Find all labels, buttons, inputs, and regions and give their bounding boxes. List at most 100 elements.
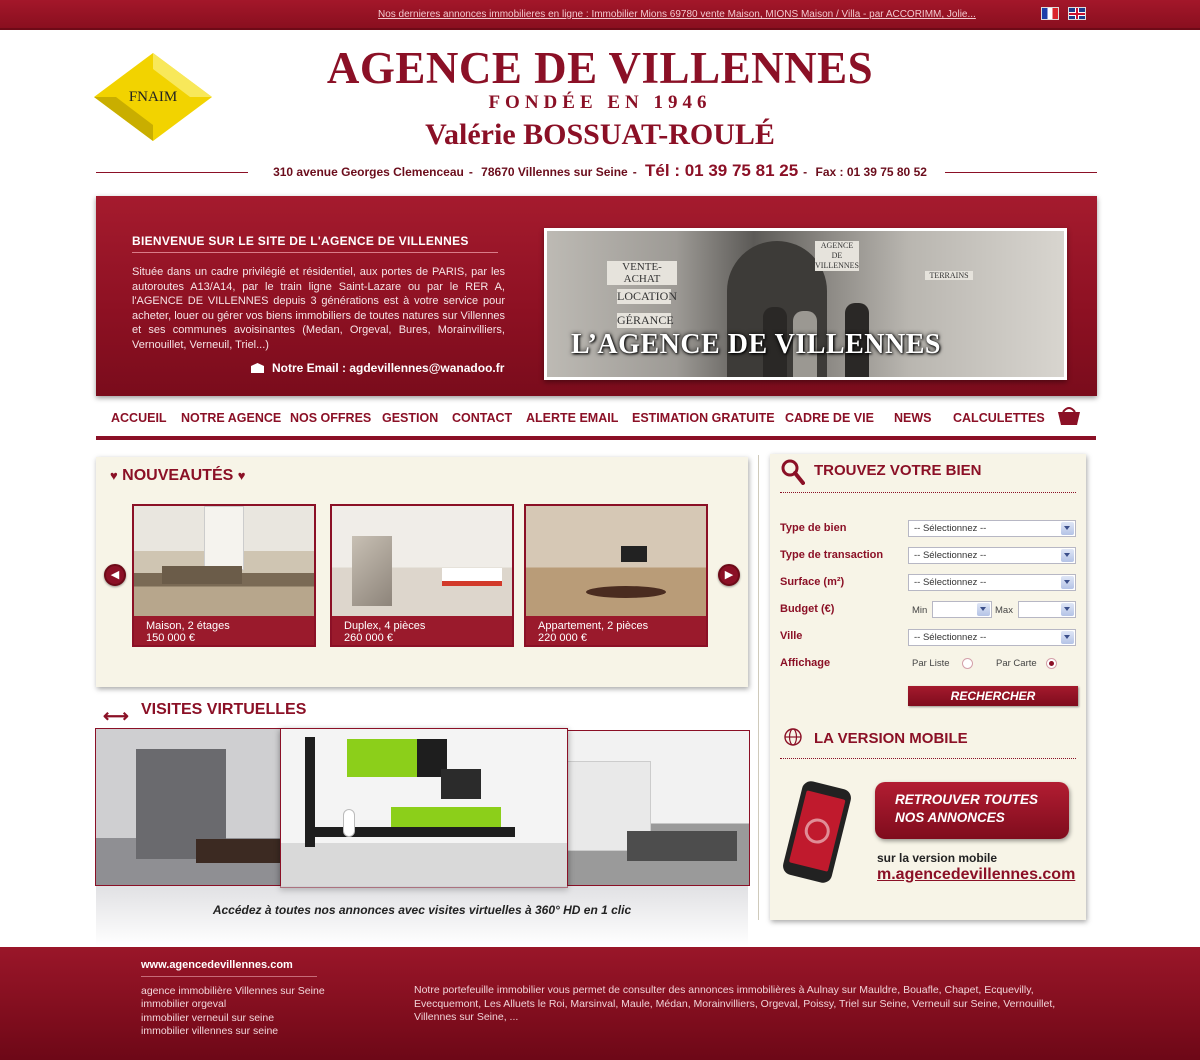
chevron-down-icon — [1061, 522, 1074, 535]
radio-par-liste[interactable] — [962, 658, 973, 669]
fax-number: Fax : 01 39 75 80 52 — [815, 165, 927, 179]
listing-info: Duplex, 4 pièces 260 000 € — [332, 616, 512, 645]
mobile-subtitle: sur la version mobile — [877, 851, 998, 865]
label-type-transaction: Type de transaction — [780, 549, 884, 561]
street-address: 310 avenue Georges Clemenceau — [273, 165, 464, 179]
photo-sign: GÉRANCE — [617, 313, 674, 328]
listing-photo — [526, 506, 706, 618]
photo-sign: LOCATION — [617, 289, 677, 304]
footer-description: Notre portefeuille immobilier vous perme… — [414, 984, 1056, 1023]
label-affichage: Affichage — [780, 657, 831, 669]
top-bar: Nos dernieres annonces immobilieres en l… — [0, 0, 1200, 30]
globe-icon — [784, 728, 802, 746]
footer-site-name[interactable]: www.agencedevillennes.com — [141, 959, 293, 971]
listing-price: 260 000 € — [344, 632, 393, 644]
welcome-text: Située dans un cadre privilégié et résid… — [132, 266, 505, 351]
chevron-down-icon — [1061, 549, 1074, 562]
search-icon — [781, 459, 805, 485]
photo-sign: VENTE-ACHAT — [607, 261, 677, 285]
french-flag-icon[interactable] — [1041, 7, 1059, 20]
mobile-promo-bubble[interactable]: RETROUVER TOUTES NOS ANNONCES — [875, 782, 1069, 839]
listing-type: Appartement, 2 pièces — [538, 620, 649, 632]
budget-max-label: Max — [995, 605, 1013, 616]
footer-link[interactable]: immobilier verneuil sur seine — [141, 1012, 274, 1024]
select-type-bien[interactable]: -- Sélectionnez -- — [908, 520, 1076, 537]
par-carte-label: Par Carte — [996, 658, 1037, 669]
virtual-tour-photo-left[interactable] — [95, 728, 281, 886]
chevron-down-icon — [1061, 603, 1074, 616]
main-navigation: ACCUEIL NOTRE AGENCE NOS OFFRES GESTION … — [96, 405, 1096, 435]
nav-underline — [96, 436, 1096, 440]
nav-nos-offres[interactable]: NOS OFFRES — [290, 411, 371, 425]
virtual-tour-photo-center[interactable] — [280, 728, 568, 888]
new-listings-panel: ♥ NOUVEAUTÉS ♥ ◀ Maison, 2 étages 150 00… — [96, 457, 748, 687]
select-budget-max[interactable] — [1018, 601, 1076, 618]
footer-link[interactable]: agence immobilière Villennes sur Seine — [141, 985, 325, 997]
listing-card[interactable]: Maison, 2 étages 150 000 € — [132, 504, 316, 647]
select-type-transaction-value: -- Sélectionnez -- — [914, 550, 987, 561]
nav-accueil[interactable]: ACCUEIL — [111, 411, 167, 425]
heart-icon: ♥ — [237, 468, 246, 483]
logo-text: FNAIM — [128, 89, 178, 105]
mobile-site-link[interactable]: m.agencedevillennes.com — [877, 866, 1075, 884]
latest-listings-ticker[interactable]: Nos dernieres annonces immobilieres en l… — [378, 9, 1018, 20]
select-budget-min[interactable] — [932, 601, 992, 618]
contact-line: 310 avenue Georges Clemenceau - 78670 Vil… — [273, 161, 927, 180]
owner-name: Valérie BOSSUAT-ROULÉ — [425, 118, 775, 151]
footer: www.agencedevillennes.com agence immobil… — [0, 947, 1200, 1060]
nav-estimation-gratuite[interactable]: ESTIMATION GRATUITE — [632, 411, 775, 425]
phone-number[interactable]: Tél : 01 39 75 81 25 — [645, 161, 798, 180]
listing-photo — [134, 506, 314, 618]
mail-icon — [251, 363, 264, 373]
listing-info: Appartement, 2 pièces 220 000 € — [526, 616, 706, 645]
select-surface[interactable]: -- Sélectionnez -- — [908, 574, 1076, 591]
chevron-down-icon — [1061, 631, 1074, 644]
listing-price: 150 000 € — [146, 632, 195, 644]
radio-par-carte[interactable] — [1046, 658, 1057, 669]
photo-sign: TERRAINS — [925, 271, 973, 280]
nav-gestion[interactable]: GESTION — [382, 411, 438, 425]
listing-price: 220 000 € — [538, 632, 587, 644]
carousel-prev-button[interactable]: ◀ — [104, 564, 126, 586]
founded-subtitle: FONDÉE EN 1946 — [488, 92, 712, 113]
label-surface: Surface (m²) — [780, 576, 845, 588]
footer-link[interactable]: immobilier orgeval — [141, 998, 226, 1010]
basket-icon[interactable] — [1057, 404, 1081, 426]
nav-news[interactable]: NEWS — [894, 411, 932, 425]
search-button[interactable]: RECHERCHER — [908, 686, 1078, 706]
mobile-title: LA VERSION MOBILE — [814, 730, 968, 747]
footer-link[interactable]: immobilier villennes sur seine — [141, 1025, 278, 1037]
agency-photo: VENTE-ACHAT LOCATION GÉRANCE AGENCE DE V… — [544, 228, 1067, 380]
carousel-next-button[interactable]: ▶ — [718, 564, 740, 586]
select-surface-value: -- Sélectionnez -- — [914, 577, 987, 588]
search-panel: TROUVEZ VOTRE BIEN Type de bien -- Sélec… — [770, 454, 1086, 920]
nav-contact[interactable]: CONTACT — [452, 411, 512, 425]
select-ville[interactable]: -- Sélectionnez -- — [908, 629, 1076, 646]
double-arrow-icon: ⟷ — [103, 706, 129, 726]
nav-calculettes[interactable]: CALCULETTES — [953, 411, 1045, 425]
agency-title: AGENCE DE VILLENNES — [326, 43, 874, 93]
chevron-down-icon — [977, 603, 990, 616]
mobile-divider — [780, 758, 1076, 759]
agency-email[interactable]: Notre Email : agdevillennes@wanadoo.fr — [251, 361, 504, 375]
listing-card[interactable]: Appartement, 2 pièces 220 000 € — [524, 504, 708, 647]
par-liste-label: Par Liste — [912, 658, 950, 669]
nav-cadre-de-vie[interactable]: CADRE DE VIE — [785, 411, 874, 425]
budget-min-label: Min — [912, 605, 928, 616]
photo-sign: AGENCE DE VILLENNES — [815, 241, 859, 271]
nav-notre-agence[interactable]: NOTRE AGENCE — [181, 411, 281, 425]
english-flag-icon[interactable] — [1068, 7, 1086, 20]
virtual-tour-caption: Accédez à toutes nos annonces avec visit… — [212, 903, 632, 917]
listing-card[interactable]: Duplex, 4 pièces 260 000 € — [330, 504, 514, 647]
photo-caption: L’AGENCE DE VILLENNES — [571, 329, 941, 360]
new-listings-title: ♥ NOUVEAUTÉS ♥ — [110, 467, 245, 485]
listing-photo — [332, 506, 512, 618]
column-divider — [758, 455, 759, 920]
email-text: Notre Email : agdevillennes@wanadoo.fr — [272, 361, 505, 375]
label-type-bien: Type de bien — [780, 522, 847, 534]
fnaim-logo[interactable]: FNAIM — [94, 53, 212, 141]
nav-alerte-email[interactable]: ALERTE EMAIL — [526, 411, 618, 425]
virtual-tour-photo-right[interactable] — [566, 730, 750, 886]
new-listings-label: NOUVEAUTÉS — [122, 467, 234, 484]
select-type-transaction[interactable]: -- Sélectionnez -- — [908, 547, 1076, 564]
